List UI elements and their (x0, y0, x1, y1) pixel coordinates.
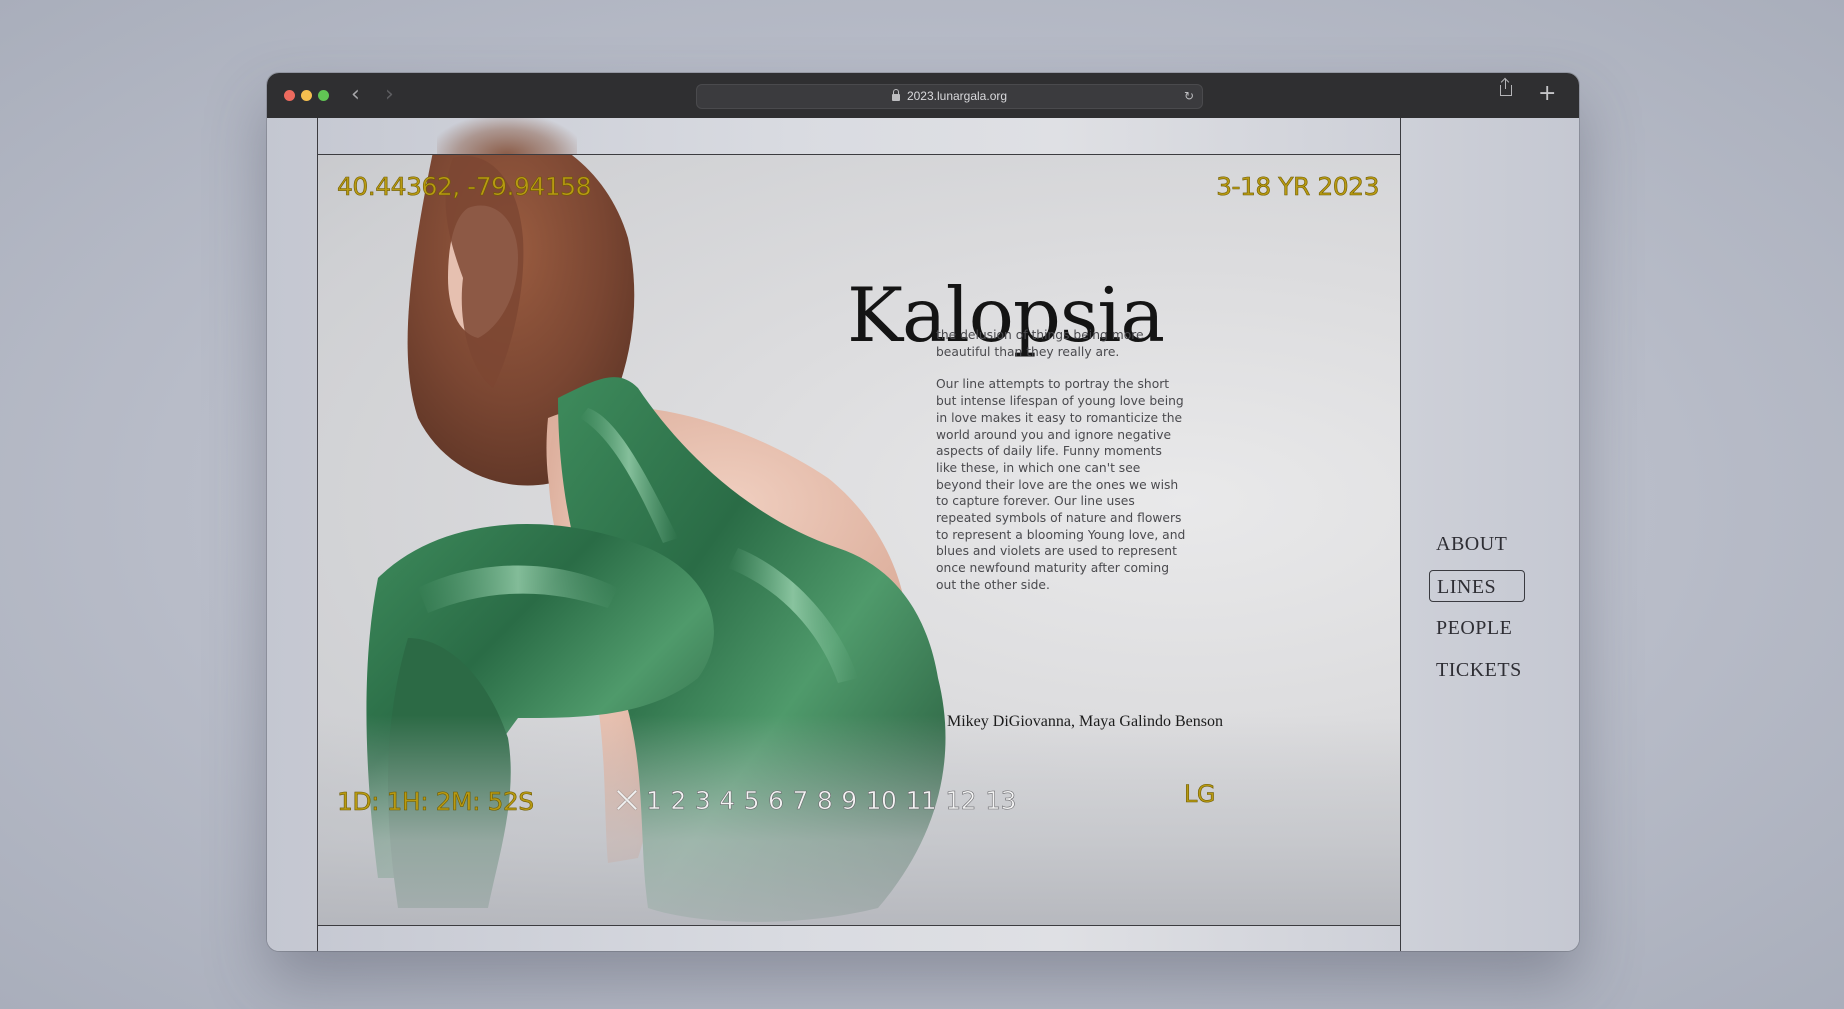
plus-icon[interactable]: + (1538, 81, 1556, 107)
coordinates-label: 40.44362, -79.94158 (337, 172, 592, 202)
floor-shadow (318, 715, 1400, 925)
close-icon[interactable] (614, 787, 640, 813)
page-link-1[interactable]: 1 (646, 785, 663, 815)
nav-tickets[interactable]: TICKETS (1429, 654, 1525, 686)
site-logo[interactable]: LG (1184, 780, 1216, 809)
page-link-4[interactable]: 4 (719, 785, 736, 815)
share-icon[interactable] (1500, 79, 1512, 96)
forward-arrow-icon[interactable]: › (385, 83, 394, 107)
page-link-7[interactable]: 7 (792, 785, 809, 815)
frame-line-bottom (317, 925, 1401, 926)
browser-window: ‹ › 2023.lunargala.org ↻ + 40.44362, -79… (267, 73, 1579, 951)
nav-lines[interactable]: LINES (1429, 570, 1525, 602)
line-definition: the delusion of things being more beauti… (936, 328, 1144, 359)
date-range-label: 3-18 YR 2023 (1216, 172, 1380, 202)
page-link-13[interactable]: 13 (985, 785, 1017, 815)
photo-overflow (437, 118, 577, 156)
url-text: 2023.lunargala.org (906, 89, 1008, 103)
countdown-timer: 1D: 1H: 2M: 52S (337, 787, 535, 817)
page-link-12[interactable]: 12 (945, 785, 977, 815)
page-link-6[interactable]: 6 (768, 785, 785, 815)
line-pager: 1 2 3 4 5 6 7 8 9 10 11 12 13 (614, 783, 1025, 817)
page-link-5[interactable]: 5 (743, 785, 760, 815)
page-link-2[interactable]: 2 (670, 785, 687, 815)
page-link-11[interactable]: 11 (905, 785, 937, 815)
frame-line-right (1400, 118, 1401, 951)
page-content: 40.44362, -79.94158 3-18 YR 2023 1D: 1H:… (267, 118, 1579, 951)
designer-credits: Mikey DiGiovanna, Maya Galindo Benson (947, 713, 1223, 730)
browser-toolbar: ‹ › 2023.lunargala.org ↻ + (267, 73, 1579, 119)
nav-people[interactable]: PEOPLE (1429, 612, 1525, 644)
lock-icon (891, 89, 900, 101)
page-link-9[interactable]: 9 (841, 785, 858, 815)
reload-icon[interactable]: ↻ (1184, 85, 1194, 108)
back-arrow-icon[interactable]: ‹ (351, 83, 360, 107)
page-link-10[interactable]: 10 (865, 785, 897, 815)
page-link-3[interactable]: 3 (695, 785, 712, 815)
minimize-window-button[interactable] (301, 90, 312, 101)
line-description: Our line attempts to portray the short b… (936, 377, 1186, 592)
page-link-8[interactable]: 8 (817, 785, 834, 815)
address-bar[interactable]: 2023.lunargala.org ↻ (696, 84, 1203, 109)
nav-about[interactable]: ABOUT (1429, 528, 1525, 560)
maximize-window-button[interactable] (318, 90, 329, 101)
close-window-button[interactable] (284, 90, 295, 101)
frame-line-top (317, 154, 1401, 155)
frame-line-left (317, 118, 318, 951)
line-description-block: the delusion of things being more beauti… (936, 327, 1186, 610)
